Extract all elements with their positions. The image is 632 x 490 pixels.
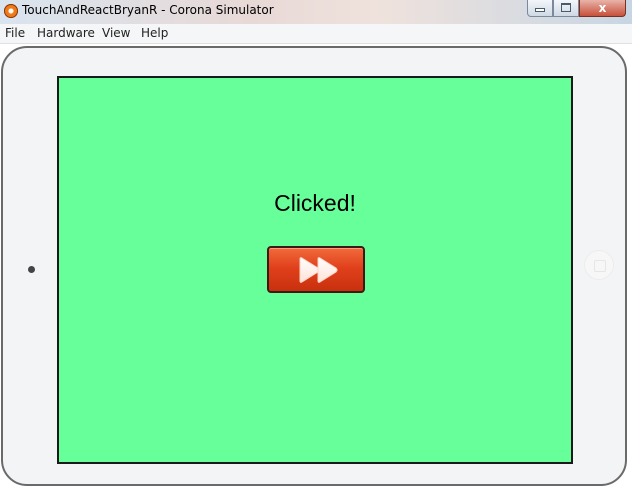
device-screen[interactable]: Clicked! <box>57 76 573 464</box>
minimize-button[interactable] <box>527 0 553 17</box>
maximize-button[interactable] <box>553 0 579 17</box>
menu-file[interactable]: File <box>5 26 25 40</box>
simulator-window: TouchAndReactBryanR - Corona Simulator x… <box>0 0 632 490</box>
fast-forward-icon <box>299 257 338 283</box>
ipad-device-frame: Clicked! <box>1 46 627 486</box>
device-area: Clicked! <box>0 44 632 490</box>
title-bar[interactable]: TouchAndReactBryanR - Corona Simulator x <box>0 0 632 24</box>
close-icon: x <box>598 1 607 15</box>
menu-help[interactable]: Help <box>141 26 168 40</box>
menu-bar: File Hardware View Help <box>0 24 632 44</box>
home-button[interactable] <box>584 250 614 280</box>
status-text: Clicked! <box>274 190 356 216</box>
menu-hardware[interactable]: Hardware <box>37 26 95 40</box>
close-button[interactable]: x <box>579 0 626 17</box>
corona-app-icon[interactable] <box>4 4 18 18</box>
window-title: TouchAndReactBryanR - Corona Simulator <box>22 3 274 17</box>
minimize-icon <box>535 8 545 12</box>
home-button-icon <box>594 260 606 272</box>
fast-forward-button[interactable] <box>267 246 365 293</box>
menu-view[interactable]: View <box>102 26 130 40</box>
maximize-icon <box>561 3 571 12</box>
front-camera-icon <box>28 266 35 273</box>
